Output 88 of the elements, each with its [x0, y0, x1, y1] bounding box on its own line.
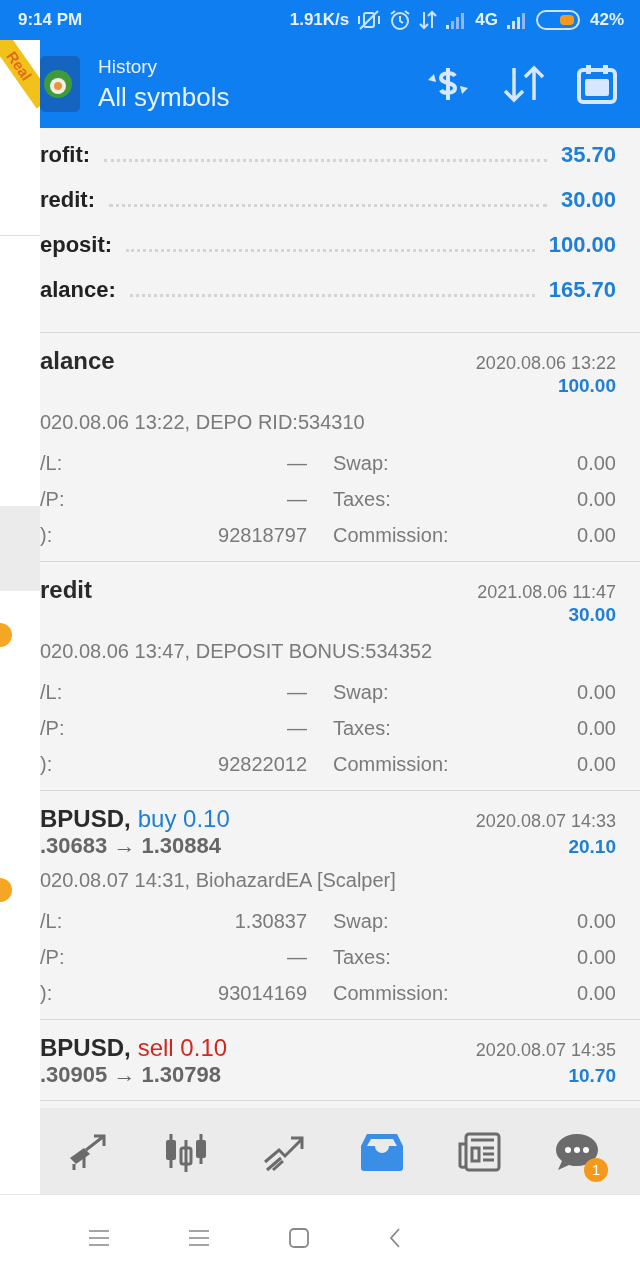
- detail-value: 0.00: [577, 981, 616, 1005]
- detail-value: —: [286, 451, 307, 475]
- detail-value: 0.00: [577, 523, 616, 547]
- summary-label: rofit:: [40, 142, 91, 168]
- app-logo-icon[interactable]: [40, 56, 80, 112]
- detail-label: Commission:: [333, 752, 450, 776]
- vibrate-off-icon: [357, 9, 382, 31]
- detail-label: /P:: [40, 945, 66, 969]
- entry-title: alance: [40, 347, 115, 375]
- detail-label: ):: [40, 523, 54, 547]
- detail-value: —: [286, 945, 307, 969]
- sort-icon[interactable]: [502, 64, 546, 104]
- detail-label: Taxes:: [333, 716, 392, 740]
- network-type: 4G: [475, 10, 498, 30]
- calendar-icon[interactable]: [576, 63, 618, 105]
- detail-label: Swap:: [333, 680, 390, 704]
- entry-comment: 020.08.07 14:31, BiohazardEA [Scalper]: [40, 869, 397, 893]
- screen-subtitle: History: [98, 55, 159, 78]
- detail-value: 0.00: [577, 716, 616, 740]
- detail-label: Taxes:: [333, 487, 392, 511]
- entry-date: 2020.08.07 14:35: [475, 1040, 616, 1061]
- history-entry[interactable]: BPUSD, sell 0.10 2020.08.07 14:35 .30905 → 1.30798 10.70: [40, 1020, 640, 1101]
- detail-label: ):: [40, 981, 54, 1005]
- detail-label: Taxes:: [333, 945, 392, 969]
- entry-date: 2020.08.07 14:33: [475, 811, 616, 832]
- detail-label: /L:: [40, 909, 64, 933]
- detail-value: 1.30837: [233, 909, 307, 933]
- detail-label: Swap:: [333, 451, 390, 475]
- notification-badge: 1: [584, 1157, 609, 1182]
- entry-prices: .30683 → 1.30884: [40, 833, 222, 859]
- entry-date: 2021.08.06 11:47: [477, 582, 616, 603]
- detail-label: /L:: [40, 680, 64, 704]
- summary-label: eposit:: [40, 232, 113, 258]
- detail-label: Swap:: [333, 909, 390, 933]
- menu-icon[interactable]: [88, 1228, 110, 1247]
- back-icon[interactable]: [388, 1226, 402, 1249]
- detail-value: 0.00: [577, 487, 616, 511]
- entry-title: BPUSD, sell 0.10: [40, 1034, 228, 1062]
- detail-label: /P:: [40, 487, 66, 511]
- summary-value: 100.00: [548, 232, 616, 258]
- detail-value: —: [286, 680, 307, 704]
- detail-value: —: [286, 487, 307, 511]
- badge-icon: [0, 878, 12, 902]
- detail-label: /L:: [40, 451, 64, 475]
- detail-value: 0.00: [577, 945, 616, 969]
- inbox-icon[interactable]: [358, 1131, 405, 1172]
- summary-label: redit:: [40, 187, 95, 213]
- badge-icon: [0, 623, 12, 647]
- summary-value: 165.70: [548, 277, 616, 303]
- history-entry[interactable]: BPUSD, buy 0.10 2020.08.07 14:33 .30683 → 1.30884 20.10 020.08.07 14:31, BiohazardEA [Scalper] /L: 1.30837 Swap: 0.00 /P: — Taxes: 0.00 ): 93014169 Commission: 0.00: [40, 791, 640, 1020]
- entry-amount: 10.70: [568, 1065, 616, 1087]
- signal-icon: [505, 11, 528, 29]
- battery-icon: [535, 9, 582, 31]
- detail-value: 0.00: [577, 752, 616, 776]
- newspaper-icon[interactable]: [456, 1131, 503, 1172]
- entry-comment: 020.08.06 13:47, DEPOSIT BONUS:534352: [40, 640, 434, 664]
- clock-time: 9:14 PM: [18, 10, 83, 30]
- summary-value: 30.00: [560, 187, 616, 213]
- detail-label: Commission:: [333, 981, 450, 1005]
- entry-title: redit: [40, 576, 92, 604]
- entry-amount: 100.00: [557, 375, 616, 397]
- detail-value: 0.00: [577, 909, 616, 933]
- detail-label: Commission:: [333, 523, 450, 547]
- entry-amount: 20.10: [568, 836, 616, 858]
- entry-comment: 020.08.06 13:22, DEPO RID:534310: [40, 411, 366, 435]
- detail-label: /P:: [40, 716, 66, 740]
- detail-label: ):: [40, 752, 54, 776]
- home-square-icon[interactable]: [288, 1226, 310, 1249]
- detail-value: 0.00: [577, 451, 616, 475]
- alarm-icon: [389, 9, 412, 31]
- detail-value: 92818797: [217, 523, 307, 547]
- history-entry[interactable]: alance 2020.08.06 13:22 100.00 020.08.06 13:22, DEPO RID:534310 /L: — Swap: 0.00 /P: — Taxes: 0.00 ): 92818797 Commission: 0.00: [40, 333, 640, 562]
- history-entry[interactable]: redit 2021.08.06 11:47 30.00 020.08.06 13:47, DEPOSIT BONUS:534352 /L: — Swap: 0.00 /P: — Taxes: 0.00 ): 92822012 Commission: 0.00: [40, 562, 640, 791]
- network-speed: 1.91K/s: [289, 10, 350, 30]
- screen-title[interactable]: All symbols: [98, 81, 394, 113]
- battery-percent: 42%: [589, 10, 624, 30]
- entry-title: BPUSD, buy 0.10: [40, 805, 230, 833]
- entry-amount: 30.00: [568, 604, 616, 626]
- summary-label: alance:: [40, 277, 116, 303]
- entry-prices: .30905 → 1.30798: [40, 1062, 222, 1088]
- summary-value: 35.70: [560, 142, 616, 168]
- detail-value: 93014169: [217, 981, 307, 1005]
- menu-icon[interactable]: [188, 1228, 210, 1247]
- entry-date: 2020.08.06 13:22: [475, 353, 616, 374]
- detail-value: —: [286, 716, 307, 740]
- detail-value: 92822012: [217, 752, 307, 776]
- detail-value: 0.00: [577, 680, 616, 704]
- data-arrows-icon: [419, 10, 438, 30]
